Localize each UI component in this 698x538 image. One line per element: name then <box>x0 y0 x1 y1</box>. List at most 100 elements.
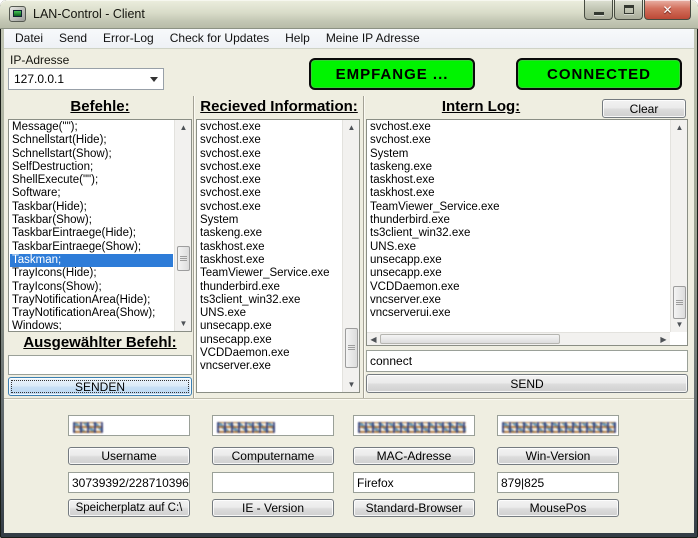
log-list-item[interactable]: vncserverui.exe <box>368 307 669 320</box>
log-list-item[interactable]: System <box>368 148 669 161</box>
connected-status-button[interactable]: CONNECTED <box>516 58 682 90</box>
log-list-item[interactable]: taskhost.exe <box>368 187 669 200</box>
clear-button[interactable]: Clear <box>602 99 686 118</box>
ip-address-combobox[interactable]: 127.0.0.1 <box>8 68 164 90</box>
disk-space-field[interactable]: 30739392/228710396 kB <box>68 472 190 493</box>
command-list-item[interactable]: Windows; <box>10 320 173 330</box>
menu-item[interactable]: Send <box>51 29 95 48</box>
log-list-item[interactable]: taskeng.exe <box>368 161 669 174</box>
message-input[interactable]: connect <box>366 350 688 372</box>
arrow-down-icon[interactable]: ▼ <box>175 316 192 331</box>
log-list-item[interactable]: ts3client_win32.exe <box>368 227 669 240</box>
received-list-item[interactable]: svchost.exe <box>198 201 341 214</box>
received-list-item[interactable]: taskhost.exe <box>198 241 341 254</box>
chevron-down-icon[interactable] <box>150 77 158 82</box>
received-list-item[interactable]: UNS.exe <box>198 307 341 320</box>
arrow-up-icon[interactable]: ▲ <box>175 120 192 135</box>
mouse-pos-field[interactable]: 879|825 <box>497 472 619 493</box>
log-list-item[interactable]: unsecapp.exe <box>368 267 669 280</box>
arrow-left-icon[interactable]: ◀ <box>367 333 380 345</box>
command-list-item[interactable]: Schnellstart(Show); <box>10 148 173 161</box>
received-list-item[interactable]: unsecapp.exe <box>198 334 341 347</box>
mac-address-field[interactable] <box>353 415 475 436</box>
received-list-item[interactable]: TeamViewer_Service.exe <box>198 267 341 280</box>
received-listbox[interactable]: svchost.exesvchost.exesvchost.exesvchost… <box>196 119 360 393</box>
log-list-item[interactable]: VCDDaemon.exe <box>368 281 669 294</box>
arrow-right-icon[interactable]: ▶ <box>657 333 670 345</box>
received-list-item[interactable]: ts3client_win32.exe <box>198 294 341 307</box>
command-list-item[interactable]: Taskbar(Hide); <box>10 201 173 214</box>
arrow-down-icon[interactable]: ▼ <box>343 377 360 392</box>
log-list-item[interactable]: svchost.exe <box>368 134 669 147</box>
intern-log-vertical-scrollbar[interactable]: ▲ ▼ <box>670 120 687 332</box>
senden-button[interactable]: SENDEN <box>8 377 192 396</box>
menu-item[interactable]: Meine IP Adresse <box>318 29 428 48</box>
arrow-down-icon[interactable]: ▼ <box>671 317 688 332</box>
received-list-item[interactable]: thunderbird.exe <box>198 281 341 294</box>
disk-space-button[interactable]: Speicherplatz auf C:\ <box>68 499 190 517</box>
computername-button[interactable]: Computername <box>212 447 334 465</box>
send-button[interactable]: SEND <box>366 374 688 393</box>
received-list-item[interactable]: System <box>198 214 341 227</box>
menu-item[interactable]: Datei <box>7 29 51 48</box>
receive-status-button[interactable]: EMPFANGE ... <box>309 58 475 90</box>
menu-item[interactable]: Error-Log <box>95 29 162 48</box>
username-field[interactable] <box>68 415 190 436</box>
minimize-button[interactable] <box>584 0 613 20</box>
received-list-item[interactable]: svchost.exe <box>198 148 341 161</box>
log-list-item[interactable]: TeamViewer_Service.exe <box>368 201 669 214</box>
command-list-item[interactable]: Taskman; <box>10 254 173 267</box>
received-list-item[interactable]: svchost.exe <box>198 121 341 134</box>
win-version-field[interactable] <box>497 415 619 436</box>
received-list-item[interactable]: taskhost.exe <box>198 254 341 267</box>
default-browser-button[interactable]: Standard-Browser <box>353 499 475 517</box>
log-list-item[interactable]: vncserver.exe <box>368 294 669 307</box>
command-list-item[interactable]: TrayNotificationArea(Show); <box>10 307 173 320</box>
log-list-item[interactable]: UNS.exe <box>368 241 669 254</box>
scrollbar-thumb[interactable] <box>177 246 190 271</box>
received-list-item[interactable]: unsecapp.exe <box>198 320 341 333</box>
received-list-item[interactable]: svchost.exe <box>198 134 341 147</box>
scrollbar-thumb[interactable] <box>345 328 358 368</box>
log-list-item[interactable]: unsecapp.exe <box>368 254 669 267</box>
username-button[interactable]: Username <box>68 447 190 465</box>
scrollbar-thumb[interactable] <box>380 334 560 344</box>
selected-command-input[interactable] <box>8 355 192 375</box>
log-list-item[interactable]: svchost.exe <box>368 121 669 134</box>
command-list-item[interactable]: TrayIcons(Hide); <box>10 267 173 280</box>
command-list-item[interactable]: Software; <box>10 187 173 200</box>
mac-address-button[interactable]: MAC-Adresse <box>353 447 475 465</box>
menu-item[interactable]: Help <box>277 29 318 48</box>
scrollbar-thumb[interactable] <box>673 286 686 319</box>
log-list-item[interactable]: taskhost.exe <box>368 174 669 187</box>
close-button[interactable]: ✕ <box>644 0 691 20</box>
received-list-item[interactable]: svchost.exe <box>198 187 341 200</box>
command-list-item[interactable]: Taskbar(Show); <box>10 214 173 227</box>
log-list-item[interactable]: thunderbird.exe <box>368 214 669 227</box>
titlebar[interactable]: LAN-Control - Client ✕ <box>0 0 698 29</box>
received-list-item[interactable]: svchost.exe <box>198 174 341 187</box>
command-list-item[interactable]: TaskbarEintraege(Hide); <box>10 227 173 240</box>
ie-version-button[interactable]: IE - Version <box>212 499 334 517</box>
command-list-item[interactable]: TrayIcons(Show); <box>10 281 173 294</box>
maximize-button[interactable] <box>614 0 643 20</box>
command-list-item[interactable]: SelfDestruction; <box>10 161 173 174</box>
ie-version-field[interactable] <box>212 472 334 493</box>
received-vertical-scrollbar[interactable]: ▲ ▼ <box>342 120 359 392</box>
arrow-up-icon[interactable]: ▲ <box>343 120 360 135</box>
received-list-item[interactable]: taskeng.exe <box>198 227 341 240</box>
intern-log-listbox[interactable]: svchost.exesvchost.exeSystemtaskeng.exet… <box>366 119 688 346</box>
mouse-pos-button[interactable]: MousePos <box>497 499 619 517</box>
commands-listbox[interactable]: Message("");Schnellstart(Hide);Schnellst… <box>8 119 192 332</box>
commands-vertical-scrollbar[interactable]: ▲ ▼ <box>174 120 191 331</box>
command-list-item[interactable]: ShellExecute(""); <box>10 174 173 187</box>
received-list-item[interactable]: vncserver.exe <box>198 360 341 373</box>
command-list-item[interactable]: Message(""); <box>10 121 173 134</box>
default-browser-field[interactable]: Firefox <box>353 472 475 493</box>
computername-field[interactable] <box>212 415 334 436</box>
arrow-up-icon[interactable]: ▲ <box>671 120 688 135</box>
command-list-item[interactable]: TrayNotificationArea(Hide); <box>10 294 173 307</box>
received-list-item[interactable]: svchost.exe <box>198 161 341 174</box>
command-list-item[interactable]: TaskbarEintraege(Show); <box>10 241 173 254</box>
win-version-button[interactable]: Win-Version <box>497 447 619 465</box>
